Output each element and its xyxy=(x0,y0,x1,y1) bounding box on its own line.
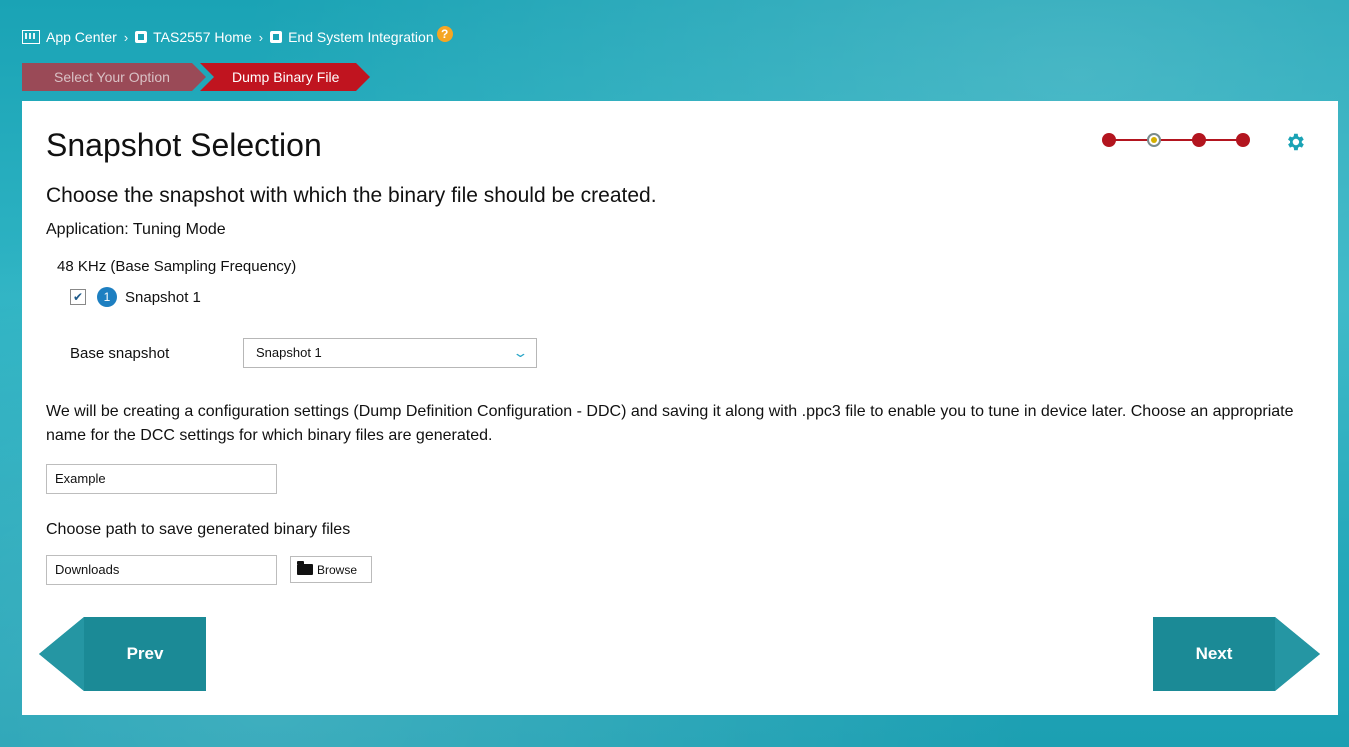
chip-icon xyxy=(135,31,148,43)
progress-step-4 xyxy=(1236,133,1250,147)
base-snapshot-select[interactable]: Snapshot 1 ⌄ xyxy=(243,338,537,368)
page-title: Snapshot Selection xyxy=(46,127,322,163)
breadcrumb-tas2557-home[interactable]: TAS2557 Home xyxy=(135,29,252,45)
ddc-name-input[interactable]: Example xyxy=(46,464,277,494)
progress-step-2-current xyxy=(1147,133,1161,147)
progress-step-1 xyxy=(1102,133,1116,147)
page-subtitle: Choose the snapshot with which the binar… xyxy=(46,184,657,207)
breadcrumb-label: App Center xyxy=(46,29,117,45)
chevron-right-icon: › xyxy=(123,29,129,45)
progress-step-3 xyxy=(1192,133,1206,147)
breadcrumb-app-center[interactable]: App Center xyxy=(22,29,117,45)
ddc-description: We will be creating a configuration sett… xyxy=(46,403,1294,444)
path-input[interactable]: Downloads xyxy=(46,555,277,585)
prev-button[interactable]: Prev xyxy=(39,617,206,691)
help-icon[interactable]: ? xyxy=(436,26,453,42)
step-progress xyxy=(1102,133,1252,147)
gear-icon[interactable] xyxy=(1284,131,1306,153)
next-label: Next xyxy=(1195,644,1233,663)
prev-label: Prev xyxy=(126,644,164,663)
next-button[interactable]: Next xyxy=(1153,617,1320,691)
next-arrow xyxy=(1275,617,1320,691)
browse-button[interactable]: Browse xyxy=(290,556,372,583)
snapshot-checkbox[interactable]: ✔ xyxy=(70,289,86,305)
step-select-your-option[interactable]: Select Your Option xyxy=(22,63,206,91)
path-label: Choose path to save generated binary fil… xyxy=(46,521,351,538)
folder-icon xyxy=(297,561,313,575)
browse-label: Browse xyxy=(317,562,358,577)
application-mode: Application: Tuning Mode xyxy=(46,221,226,238)
breadcrumb-end-system-integration[interactable]: End System Integration xyxy=(270,29,434,45)
progress-line xyxy=(1109,139,1245,141)
chevron-right-icon: › xyxy=(258,29,264,45)
wizard-steps: Select Your Option Dump Binary File xyxy=(22,63,370,91)
app-center-icon xyxy=(22,30,40,44)
breadcrumb-label: End System Integration xyxy=(288,29,434,45)
chevron-down-icon: ⌄ xyxy=(512,345,529,360)
base-snapshot-value: Snapshot 1 xyxy=(256,345,322,360)
chip-icon xyxy=(270,31,283,43)
main-panel: Snapshot Selection Choose the snapshot w… xyxy=(22,101,1338,715)
base-snapshot-label: Base snapshot xyxy=(70,345,170,362)
prev-arrow xyxy=(39,617,84,691)
step-dump-binary-file[interactable]: Dump Binary File xyxy=(200,63,370,91)
snapshot-item: ✔ 1 Snapshot 1 xyxy=(70,287,201,307)
breadcrumb: App Center › TAS2557 Home › End System I… xyxy=(22,26,453,48)
snapshot-label: Snapshot 1 xyxy=(125,288,201,306)
sampling-frequency: 48 KHz (Base Sampling Frequency) xyxy=(57,258,297,275)
snapshot-number-badge: 1 xyxy=(97,287,117,307)
breadcrumb-label: TAS2557 Home xyxy=(153,29,252,45)
